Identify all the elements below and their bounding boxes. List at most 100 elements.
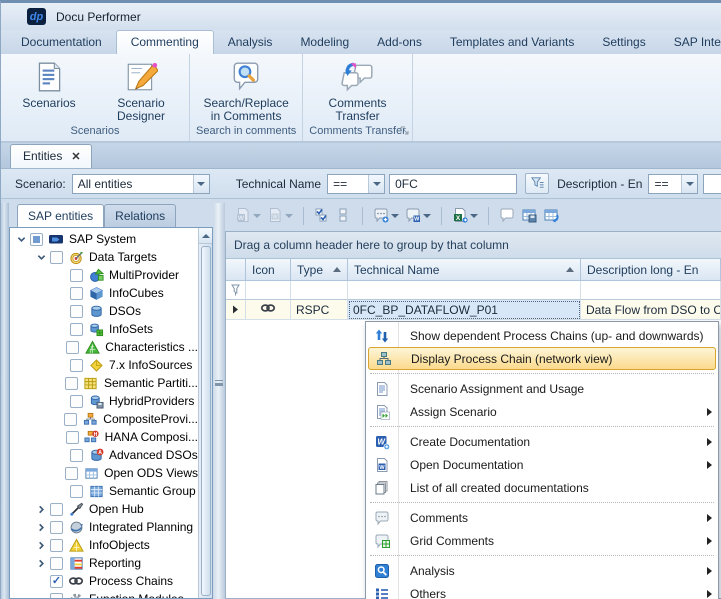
table-row[interactable]: RSPC0FC_BP_DATAFLOW_P01Data Flow from DS… [226, 300, 721, 320]
word-create-button[interactable]: W [233, 205, 263, 227]
technical-name-input[interactable]: 0FC [389, 174, 517, 194]
tree-item-function-modules[interactable]: Function Modules [10, 590, 198, 598]
uncheck-all-button[interactable] [334, 205, 354, 227]
tree-item-hana-composi-[interactable]: HHANA Composi... [10, 428, 198, 446]
ribbon-tab-commenting[interactable]: Commenting [116, 30, 214, 54]
menu-item-comments[interactable]: Comments [366, 506, 718, 529]
tree-item-semantic-partiti-[interactable]: Semantic Partiti... [10, 374, 198, 392]
scenario-designer-button[interactable]: Scenario Designer [99, 56, 183, 123]
comment-word-button[interactable]: W [403, 205, 433, 227]
menu-item-others[interactable]: Others [366, 582, 718, 599]
scenarios-button[interactable]: Scenarios [7, 56, 91, 110]
tree-item-characteristics-[interactable]: Characteristics ... [10, 338, 198, 356]
menu-item-grid-comments[interactable]: Grid Comments [366, 529, 718, 552]
tree-item-open-hub[interactable]: Open Hub [10, 500, 198, 518]
scroll-up-icon[interactable] [199, 228, 212, 244]
ribbon-tab-modeling[interactable]: Modeling [286, 31, 363, 54]
tree-item-dsos[interactable]: DSOs [10, 302, 198, 320]
checkbox-unchecked[interactable] [65, 467, 78, 480]
checkbox-unchecked[interactable] [50, 539, 63, 552]
chevron-right-icon[interactable] [34, 505, 48, 514]
chevron-right-icon[interactable] [34, 541, 48, 550]
check-all-button[interactable] [312, 205, 332, 227]
chevron-down-icon[interactable] [14, 235, 28, 244]
tree-item-sap-system[interactable]: SAP System [10, 230, 198, 248]
filter-cell[interactable] [581, 281, 721, 300]
tree-scrollbar[interactable] [198, 228, 212, 598]
tree-item-semantic-group[interactable]: Semantic Group [10, 482, 198, 500]
ribbon-tab-templates-and-variants[interactable]: Templates and Variants [436, 31, 589, 54]
close-icon[interactable]: ✕ [71, 150, 80, 163]
chevron-down-icon[interactable] [34, 253, 48, 262]
tree-item-hybridproviders[interactable]: HybridProviders [10, 392, 198, 410]
comment-search-button[interactable]: Search/Replace in Comments [204, 56, 288, 123]
menu-item-scenario-assignment-and-usage[interactable]: Scenario Assignment and Usage [366, 377, 718, 400]
tree-item-multiprovider[interactable]: MultiProvider [10, 266, 198, 284]
tree-item-advanced-dsos[interactable]: AAdvanced DSOs [10, 446, 198, 464]
technical-name-operator[interactable]: == [327, 174, 385, 194]
checkbox-unchecked[interactable] [70, 449, 83, 462]
checkbox-unchecked[interactable] [65, 377, 78, 390]
tab-relations[interactable]: Relations [104, 204, 176, 227]
comment-add-button[interactable] [371, 205, 401, 227]
ribbon-tab-analysis[interactable]: Analysis [214, 31, 287, 54]
checkbox-unchecked[interactable] [66, 431, 79, 444]
row-type-cell[interactable]: RSPC [291, 300, 348, 320]
chevron-down-icon[interactable] [681, 175, 697, 193]
ribbon-tab-settings[interactable]: Settings [588, 31, 659, 54]
checkbox-unchecked[interactable] [66, 341, 79, 354]
chevron-down-icon[interactable] [253, 214, 261, 218]
menu-item-show-dependent-process-chains-up-and-dow[interactable]: Show dependent Process Chains (up- and d… [366, 324, 718, 347]
checkbox-unchecked[interactable] [70, 269, 83, 282]
description-operator[interactable]: == [648, 174, 698, 194]
row-icon-cell[interactable] [246, 300, 291, 320]
checkbox-unchecked[interactable] [70, 305, 83, 318]
splitter-grip[interactable] [215, 380, 223, 384]
chevron-right-icon[interactable] [34, 523, 48, 532]
chevron-down-icon[interactable] [193, 175, 209, 193]
ribbon-tab-sap-integration[interactable]: SAP Integration [660, 31, 721, 54]
tab-sap-entities[interactable]: SAP entities [17, 204, 104, 227]
checkbox-unchecked[interactable] [50, 593, 63, 599]
tree-item-infocubes[interactable]: InfoCubes [10, 284, 198, 302]
checkbox-unchecked[interactable] [50, 521, 63, 534]
column-header-technical-name[interactable]: Technical Name [348, 259, 581, 281]
tree-item-infosets[interactable]: InfoSets [10, 320, 198, 338]
dialog-launcher-icon[interactable] [400, 124, 409, 138]
chevron-down-icon[interactable] [391, 214, 399, 218]
description-input[interactable] [703, 174, 721, 194]
filter-row-pin-icon[interactable] [226, 281, 246, 300]
ribbon-tab-add-ons[interactable]: Add-ons [363, 31, 436, 54]
group-by-bar[interactable]: Drag a column header here to group by th… [226, 232, 721, 259]
chevron-down-icon[interactable] [470, 214, 478, 218]
grid-transfer-button[interactable] [541, 205, 561, 227]
menu-item-analysis[interactable]: Analysis [366, 559, 718, 582]
chevron-down-icon[interactable] [285, 214, 293, 218]
comment-empty-button[interactable] [497, 205, 517, 227]
tree-item-process-chains[interactable]: Process Chains [10, 572, 198, 590]
filter-cell[interactable] [291, 281, 348, 300]
column-header-description-long-en[interactable]: Description long - En [581, 259, 721, 281]
tree-item-infoobjects[interactable]: InfoObjects [10, 536, 198, 554]
checkbox-checked[interactable] [50, 575, 63, 588]
excel-export-button[interactable]: X [450, 205, 480, 227]
menu-item-display-process-chain-network-view-[interactable]: Display Process Chain (network view) [368, 347, 716, 370]
filter-cell[interactable] [246, 281, 291, 300]
checkbox-unchecked[interactable] [50, 251, 63, 264]
checkbox-unchecked[interactable] [70, 395, 83, 408]
panel-splitter[interactable] [213, 203, 225, 599]
tab-entities[interactable]: Entities ✕ [10, 144, 92, 168]
checkbox-unchecked[interactable] [70, 359, 83, 372]
comments-transfer-button[interactable]: Comments Transfer [316, 56, 400, 123]
filter-cell[interactable] [348, 281, 581, 300]
chevron-down-icon[interactable] [423, 214, 431, 218]
ribbon-tab-documentation[interactable]: Documentation [7, 31, 116, 54]
tree-item-reporting[interactable]: Reporting [10, 554, 198, 572]
menu-item-open-documentation[interactable]: WOpen Documentation [366, 453, 718, 476]
scenario-select[interactable]: All entities [72, 174, 210, 194]
menu-item-list-of-all-created-documentations[interactable]: List of all created documentations [366, 476, 718, 499]
checkbox-unchecked[interactable] [70, 287, 83, 300]
tree-item-compositeprovi-[interactable]: CompositeProvi... [10, 410, 198, 428]
chevron-down-icon[interactable] [368, 175, 384, 193]
tree-item-7-x-infosources[interactable]: 7.x InfoSources [10, 356, 198, 374]
